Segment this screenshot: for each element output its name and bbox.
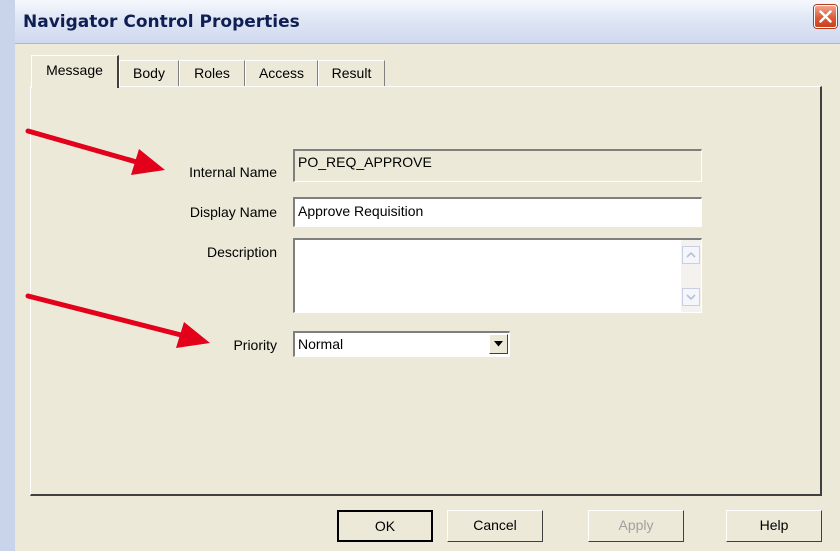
cancel-button[interactable]: Cancel <box>447 510 543 542</box>
dropdown-arrow-icon <box>494 341 503 347</box>
apply-button-label: Apply <box>618 517 654 533</box>
priority-value: Normal <box>298 336 344 352</box>
help-button-label: Help <box>759 517 789 533</box>
close-button[interactable] <box>814 5 837 28</box>
priority-dropdown-button[interactable] <box>489 334 508 354</box>
priority-select[interactable]: Normal <box>293 331 510 357</box>
tab-body-label: Body <box>133 65 165 81</box>
close-icon <box>819 10 832 23</box>
priority-label: Priority <box>233 337 277 353</box>
display-name-field[interactable]: Approve Requisition <box>293 197 702 227</box>
internal-name-value: PO_REQ_APPROVE <box>298 154 432 170</box>
description-scrollbar[interactable] <box>681 240 701 312</box>
tab-roles-label: Roles <box>194 65 230 81</box>
apply-button[interactable]: Apply <box>588 510 684 542</box>
scroll-up-button[interactable] <box>682 246 700 264</box>
tab-result-label: Result <box>331 65 372 81</box>
ok-button-label: OK <box>374 518 396 534</box>
tab-body[interactable]: Body <box>119 60 179 87</box>
tab-access-label: Access <box>258 65 305 81</box>
properties-dialog: Navigator Control Properties Message Bod… <box>15 0 840 551</box>
internal-name-label: Internal Name <box>189 164 277 180</box>
tab-message-label: Message <box>46 62 103 78</box>
internal-name-field: PO_REQ_APPROVE <box>293 149 702 182</box>
tab-result[interactable]: Result <box>318 60 385 87</box>
display-name-value: Approve Requisition <box>298 203 424 219</box>
scroll-up-icon <box>686 251 696 258</box>
help-button[interactable]: Help <box>726 510 822 542</box>
tab-message[interactable]: Message <box>31 55 119 88</box>
scroll-down-icon <box>686 294 696 301</box>
title-bar[interactable]: Navigator Control Properties <box>15 0 840 44</box>
tab-roles[interactable]: Roles <box>179 60 245 87</box>
description-label: Description <box>206 244 277 260</box>
scroll-down-button[interactable] <box>682 288 700 306</box>
tab-access[interactable]: Access <box>245 60 318 87</box>
ok-button[interactable]: OK <box>337 510 433 542</box>
window-title: Navigator Control Properties <box>23 12 300 32</box>
display-name-label: Display Name <box>189 204 277 220</box>
description-field[interactable] <box>293 238 702 313</box>
cancel-button-label: Cancel <box>473 517 517 533</box>
desktop-background <box>0 0 15 551</box>
